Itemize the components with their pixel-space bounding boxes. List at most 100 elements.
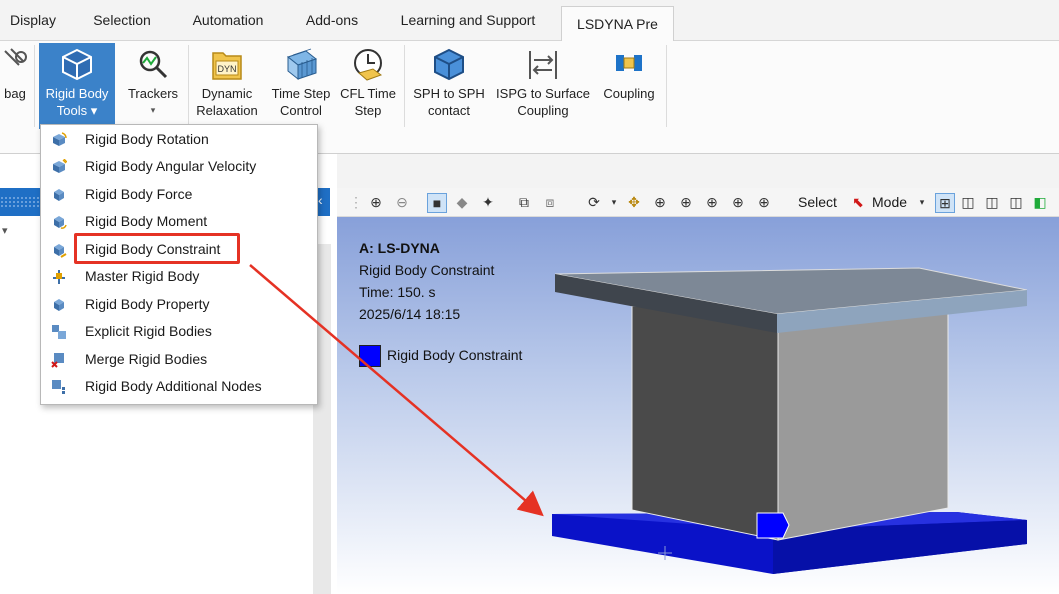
rigid-body-tools-menu: Rigid Body Rotation Rigid Body Angular V… — [40, 124, 318, 405]
airbag-label: bag — [4, 86, 26, 101]
zoom-out-icon[interactable]: ⊖ — [393, 193, 411, 211]
legend-label: Rigid Body Constraint — [387, 347, 523, 363]
zoom-box-icon[interactable]: ⊕ — [651, 193, 669, 211]
rotate-icon[interactable]: ⟳ — [585, 193, 603, 211]
dyn-icon-text: DYN — [217, 64, 236, 74]
collapse-pane-icon[interactable]: ‹ — [318, 192, 323, 208]
time-step-control-label-1: Time Step — [271, 86, 331, 101]
menu-item-rigid-body-moment[interactable]: Rigid Body Moment — [41, 208, 317, 235]
ribbon-tab-bar: Display Selection Automation Add-ons Lea… — [0, 0, 1059, 41]
edge-view-icon[interactable]: ✦ — [479, 193, 497, 211]
annotation-highlight-box — [74, 233, 240, 264]
graphics-viewport[interactable]: A: LS-DYNA Rigid Body Constraint Time: 1… — [337, 188, 1059, 594]
menu-item-rigid-body-rotation[interactable]: Rigid Body Rotation — [41, 126, 317, 153]
select-label[interactable]: Select — [798, 194, 837, 210]
pane-dropdown-icon[interactable]: ▾ — [2, 224, 8, 237]
viewport-object-name: Rigid Body Constraint — [359, 262, 495, 278]
airbag-icon — [4, 48, 27, 66]
cfl-time-step-button[interactable]: CFL Time Step — [338, 43, 398, 129]
trackers-dropdown-arrow: ▾ — [150, 105, 156, 115]
sph-cube-icon — [434, 48, 464, 81]
rigid-body-tools-label-2: Tools ▾ — [56, 103, 98, 118]
legend-swatch — [359, 345, 381, 367]
menu-item-label: Rigid Body Additional Nodes — [85, 378, 262, 394]
tab-lsdyna-pre[interactable]: LSDYNA Pre — [561, 6, 674, 41]
box-select-icon[interactable]: ⧉ — [515, 193, 533, 211]
select-cursor-icon[interactable]: ⬉ — [849, 193, 867, 211]
menu-item-merge-rigid-bodies[interactable]: Merge Rigid Bodies — [41, 346, 317, 373]
tab-automation[interactable]: Automation — [178, 8, 278, 32]
menu-item-rigid-body-angular-velocity[interactable]: Rigid Body Angular Velocity — [41, 153, 317, 180]
menu-item-label: Rigid Body Force — [85, 186, 193, 202]
magnifier-icon[interactable]: ⊕ — [755, 193, 773, 211]
viewport-date: 2025/6/14 18:15 — [359, 306, 461, 322]
mode-dropdown[interactable]: Mode — [872, 194, 907, 210]
ispg-to-surface-coupling-button[interactable]: ISPG to Surface Coupling — [492, 43, 594, 129]
mode-dropdown-arrow-icon[interactable]: ▾ — [913, 193, 931, 211]
dyn-folder-icon: DYN — [212, 52, 242, 80]
menu-item-rigid-body-force[interactable]: Rigid Body Force — [41, 181, 317, 208]
menu-item-label: Master Rigid Body — [85, 268, 200, 284]
rigid-body-force-icon — [54, 189, 64, 201]
rigid-body-property-icon — [54, 299, 64, 311]
trackers-label: Trackers — [127, 86, 179, 101]
zoom-window-icon[interactable]: ⊕ — [677, 193, 695, 211]
airbag-button[interactable]: bag — [0, 43, 30, 129]
merge-rigid-bodies-icon — [51, 353, 64, 368]
ribbon-separator — [34, 45, 35, 127]
sph-to-sph-label-1: SPH to SPH — [413, 86, 485, 101]
coupling-icon — [616, 55, 642, 71]
rotate-dropdown-icon[interactable]: ▾ — [605, 193, 623, 211]
dynamic-relaxation-label-1: Dynamic — [201, 86, 253, 101]
tab-selection[interactable]: Selection — [80, 8, 164, 32]
select-all-icon[interactable]: ⊞ — [935, 193, 955, 213]
face-view-icon[interactable]: ◆ — [453, 193, 471, 211]
angular-velocity-icon — [53, 159, 67, 173]
select-bodies-icon[interactable]: ◧ — [1031, 193, 1049, 211]
menu-item-master-rigid-body[interactable]: Master Rigid Body — [41, 263, 317, 290]
ribbon-separator — [666, 45, 667, 127]
select-faces-icon[interactable]: ◫ — [959, 193, 977, 211]
rigid-body-constraint-icon — [54, 244, 67, 258]
additional-nodes-icon — [52, 380, 65, 394]
sph-to-sph-contact-button[interactable]: SPH to SPH contact — [408, 43, 490, 129]
toolbar-grip: ⋮ — [349, 194, 363, 210]
zoom-in-icon[interactable]: ⊕ — [367, 193, 385, 211]
menu-item-label: Rigid Body Angular Velocity — [85, 158, 257, 174]
ispg-label-1: ISPG to Surface — [496, 86, 590, 101]
cfl-time-step-label-1: CFL Time — [340, 86, 396, 101]
zoom-to-fit-icon[interactable]: ⊕ — [703, 193, 721, 211]
menu-item-explicit-rigid-bodies[interactable]: Explicit Rigid Bodies — [41, 318, 317, 345]
box-select-alt-icon[interactable]: ⧈ — [541, 193, 559, 211]
ribbon-separator — [188, 45, 189, 127]
ispg-arrows-icon — [529, 51, 557, 79]
master-rigid-body-icon — [53, 270, 65, 284]
cfl-time-step-label-2: Step — [354, 103, 382, 118]
menu-item-rigid-body-additional-nodes[interactable]: Rigid Body Additional Nodes — [41, 373, 317, 400]
tab-display[interactable]: Display — [0, 8, 66, 32]
rigid-body-cube-icon — [62, 48, 92, 81]
dynamic-relaxation-button[interactable]: DYN Dynamic Relaxation — [192, 43, 262, 129]
tab-add-ons[interactable]: Add-ons — [292, 8, 372, 32]
rigid-body-rotation-icon — [53, 132, 67, 146]
solid-body-view-icon[interactable]: ■ — [427, 193, 447, 213]
zoom-selected-icon[interactable]: ⊕ — [729, 193, 747, 211]
trackers-button[interactable]: Trackers ▾ — [122, 43, 184, 129]
coupling-button[interactable]: Coupling — [596, 43, 662, 129]
mesh-grid-icon — [286, 48, 318, 81]
rigid-body-moment-icon — [54, 216, 67, 229]
menu-item-label: Rigid Body Property — [85, 296, 210, 312]
coupling-label: Coupling — [603, 86, 655, 101]
rigid-body-tools-button[interactable]: Rigid Body Tools ▾ — [39, 43, 115, 129]
tab-learning-and-support[interactable]: Learning and Support — [386, 8, 550, 32]
pan-icon[interactable]: ✥ — [625, 193, 643, 211]
select-vertices-icon[interactable]: ◫ — [1007, 193, 1025, 211]
menu-item-rigid-body-property[interactable]: Rigid Body Property — [41, 291, 317, 318]
ispg-label-2: Coupling — [517, 103, 569, 118]
constraint-marker-icon — [756, 512, 790, 539]
time-step-control-button[interactable]: Time Step Control — [266, 43, 336, 129]
trackers-icon — [139, 50, 168, 79]
viewport-title: A: LS-DYNA — [359, 240, 440, 256]
dynamic-relaxation-label-2: Relaxation — [196, 103, 258, 118]
select-edges-icon[interactable]: ◫ — [983, 193, 1001, 211]
